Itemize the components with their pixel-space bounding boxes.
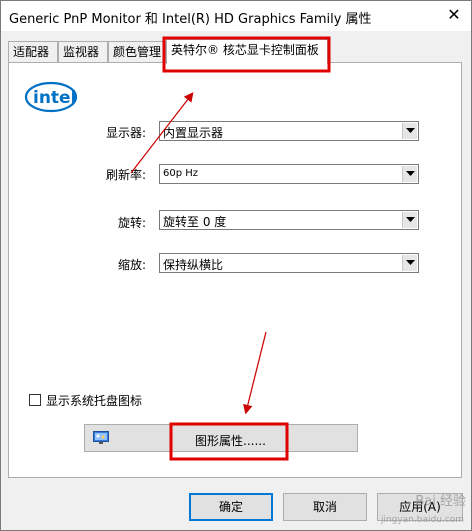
window-title: Generic PnP Monitor 和 Intel(R) HD Graphi… bbox=[9, 12, 372, 27]
refresh-rate-label: 刷新率: bbox=[106, 168, 147, 182]
tab-color-management[interactable]: 颜色管理 bbox=[108, 41, 166, 63]
chevron-down-icon[interactable] bbox=[402, 212, 417, 228]
graphics-properties-button[interactable]: 图形属性...... bbox=[84, 424, 358, 452]
graphics-properties-icon bbox=[93, 431, 109, 448]
watermark-url: jingyan.baidu.com bbox=[380, 515, 464, 525]
scaling-select[interactable]: 保持纵横比 bbox=[159, 253, 419, 273]
refresh-rate-value: 60p Hz bbox=[163, 168, 199, 179]
display-select[interactable]: 内置显示器 bbox=[159, 121, 419, 141]
tray-icon-checkbox[interactable] bbox=[29, 394, 41, 406]
tray-icon-checkbox-label[interactable]: 显示系统托盘图标 bbox=[46, 392, 142, 409]
chevron-down-icon[interactable] bbox=[402, 166, 417, 182]
watermark-logo: Bai 经验 bbox=[415, 494, 466, 509]
refresh-rate-select[interactable]: 60p Hz bbox=[159, 164, 419, 184]
tab-monitor[interactable]: 监视器 bbox=[58, 41, 108, 63]
cancel-button[interactable]: 取消 bbox=[283, 493, 367, 521]
tab-adapter[interactable]: 适配器 bbox=[8, 41, 58, 63]
tab-intel-graphics-control-panel[interactable]: 英特尔® 核芯显卡控制面板 bbox=[166, 39, 328, 64]
chevron-down-icon[interactable] bbox=[402, 255, 417, 271]
chevron-down-icon[interactable] bbox=[402, 123, 417, 139]
display-label: 显示器: bbox=[106, 126, 147, 140]
scaling-value: 保持纵横比 bbox=[163, 258, 224, 272]
display-value: 内置显示器 bbox=[163, 126, 224, 140]
title-bar[interactable]: Generic PnP Monitor 和 Intel(R) HD Graphi… bbox=[1, 1, 471, 31]
rotation-value: 旋转至 0 度 bbox=[163, 215, 227, 229]
close-icon[interactable]: ✕ bbox=[441, 3, 467, 27]
graphics-properties-label: 图形属性...... bbox=[195, 434, 266, 448]
scaling-label: 缩放: bbox=[118, 258, 147, 272]
rotation-select[interactable]: 旋转至 0 度 bbox=[159, 210, 419, 230]
svg-text:intel: intel bbox=[33, 88, 76, 108]
rotation-label: 旋转: bbox=[118, 216, 147, 230]
ok-button[interactable]: 确定 bbox=[189, 493, 273, 521]
intel-logo: intel bbox=[24, 80, 78, 114]
